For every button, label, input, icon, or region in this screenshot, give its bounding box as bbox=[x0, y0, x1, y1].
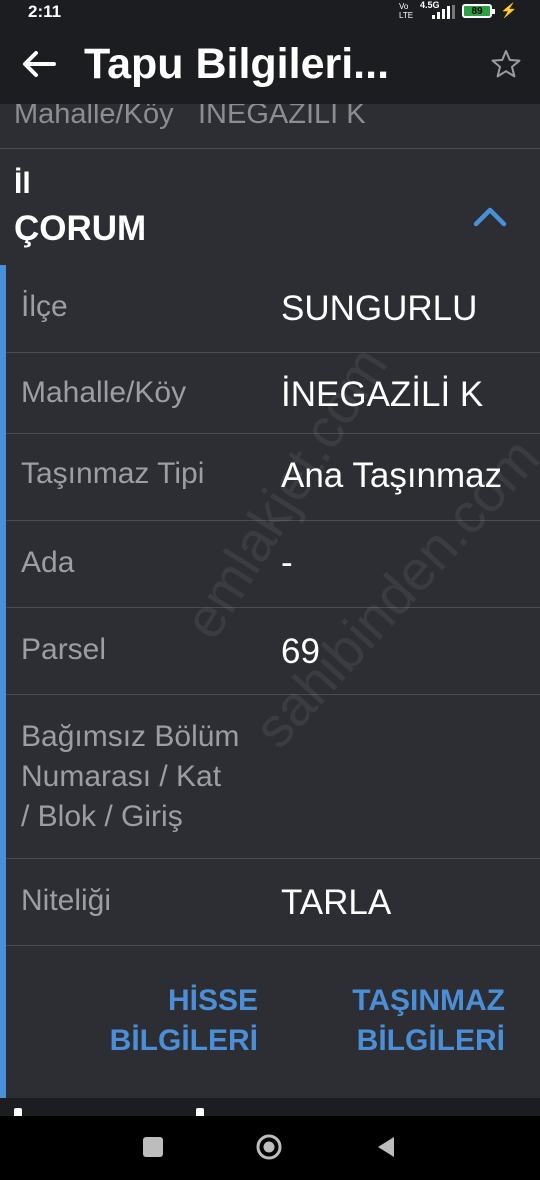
section-label: İl bbox=[14, 167, 31, 200]
row-label: Ada bbox=[21, 546, 75, 579]
hisse-bilgileri-button[interactable]: HİSSE BİLGİLERİ bbox=[92, 981, 258, 1061]
row-value: - bbox=[281, 543, 293, 582]
detail-list: İlçe SUNGURLU Mahalle/Köy İNEGAZİLİ K Ta… bbox=[0, 265, 540, 1098]
next-content-peek bbox=[0, 1098, 540, 1118]
status-bar: 2:11 Vo LTE 4.5G 89 ⚡ bbox=[0, 0, 540, 24]
battery-level: 89 bbox=[471, 6, 483, 17]
summary-label: Mahalle/Köy bbox=[14, 104, 174, 130]
detail-row-parsel: Parsel 69 bbox=[6, 608, 540, 695]
row-label: Niteliği bbox=[21, 884, 112, 917]
row-label-line: / Blok / Giriş bbox=[21, 800, 183, 833]
row-label-line: Bağımsız Bölüm bbox=[21, 720, 240, 753]
back-arrow-icon[interactable] bbox=[18, 44, 58, 84]
back-triangle-icon[interactable] bbox=[376, 1136, 396, 1158]
row-value: 69 bbox=[281, 632, 320, 671]
volte-indicator: Vo LTE bbox=[399, 2, 414, 20]
charging-icon: ⚡ bbox=[500, 2, 518, 18]
page-title: Tapu Bilgileri... bbox=[84, 40, 390, 88]
detail-row-bagimsiz-bolum: Bağımsız Bölüm Numarası / Kat / Blok / G… bbox=[6, 695, 540, 859]
battery-icon: 89 bbox=[462, 4, 495, 18]
row-value: TARLA bbox=[281, 883, 392, 922]
section-value: ÇORUM bbox=[14, 209, 147, 248]
row-label: İlçe bbox=[21, 290, 68, 323]
row-label: Parsel bbox=[21, 633, 107, 666]
button-line: HİSSE bbox=[167, 984, 258, 1017]
home-icon[interactable] bbox=[256, 1134, 282, 1160]
detail-row-tasinmaz-tipi: Taşınmaz Tipi Ana Taşınmaz bbox=[6, 434, 540, 521]
section-header-il[interactable]: İl ÇORUM bbox=[0, 149, 540, 265]
button-line: TAŞINMAZ bbox=[352, 984, 505, 1017]
detail-row-ada: Ada - bbox=[6, 521, 540, 608]
detail-row-ilce: İlçe SUNGURLU bbox=[6, 265, 540, 353]
collapsed-summary-row: Mahalle/Köy İNEGAZİLİ K bbox=[0, 104, 540, 149]
button-line: BİLGİLERİ bbox=[109, 1024, 258, 1057]
status-time: 2:11 bbox=[28, 2, 62, 21]
row-value: Ana Taşınmaz bbox=[281, 456, 503, 495]
row-label-line: Numarası / Kat bbox=[21, 760, 222, 793]
button-line: BİLGİLERİ bbox=[356, 1024, 505, 1057]
tasinmaz-bilgileri-button[interactable]: TAŞINMAZ BİLGİLERİ bbox=[320, 981, 505, 1061]
favorite-star-icon[interactable] bbox=[490, 48, 522, 80]
row-value: İNEGAZİLİ K bbox=[281, 375, 484, 414]
row-label: Mahalle/Köy bbox=[21, 376, 187, 409]
system-nav-bar bbox=[0, 1116, 540, 1180]
summary-value: İNEGAZİLİ K bbox=[198, 104, 366, 130]
detail-row-mahalle: Mahalle/Köy İNEGAZİLİ K bbox=[6, 353, 540, 434]
row-label: Taşınmaz Tipi bbox=[21, 457, 205, 490]
detail-row-niteligi: Niteliği TARLA bbox=[6, 859, 540, 946]
recents-icon[interactable] bbox=[143, 1137, 163, 1157]
row-value: SUNGURLU bbox=[281, 289, 478, 328]
app-bar: Tapu Bilgileri... bbox=[0, 24, 540, 104]
chevron-up-icon[interactable] bbox=[472, 204, 508, 228]
signal-strength-icon bbox=[432, 5, 455, 19]
